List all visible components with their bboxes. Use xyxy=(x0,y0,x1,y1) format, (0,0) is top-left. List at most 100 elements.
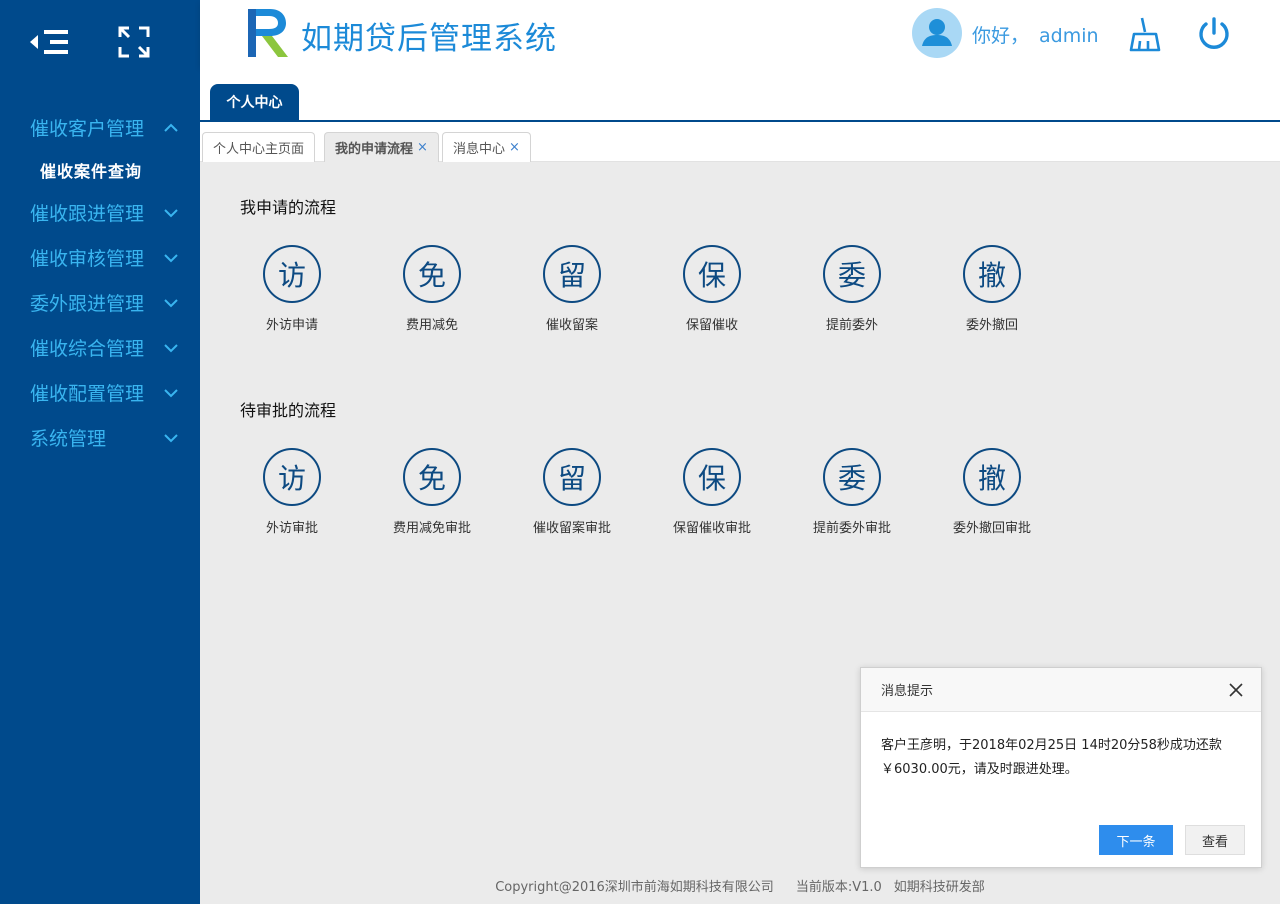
sidebar-item-label: 催收综合管理 xyxy=(30,338,145,360)
sidebar-item-followup-mgmt[interactable]: 催收跟进管理 xyxy=(0,190,200,235)
sidebar-item-label: 系统管理 xyxy=(30,428,107,450)
process-label: 委外撤回审批 xyxy=(952,521,1031,536)
chevron-down-icon xyxy=(164,208,178,217)
popup-message-line: ￥6030.00元，请及时跟进处理。 xyxy=(881,762,1078,777)
chevron-down-icon xyxy=(164,433,178,442)
footer: Copyright@2016深圳市前海如期科技有限公司 当前版本:V1.0 如期科技… xyxy=(200,876,1280,895)
top-header: 如期贷后管理系统 你好， admin xyxy=(200,0,1280,66)
process-label: 提前委外审批 xyxy=(812,521,891,536)
process-icon: 委 xyxy=(823,245,881,303)
close-icon[interactable] xyxy=(1229,682,1243,697)
tab-my-applications[interactable]: 我的申请流程 × xyxy=(324,132,439,162)
process-icon: 撤 xyxy=(963,245,1021,303)
process-case-retention[interactable]: 留 催收留案 xyxy=(512,245,632,333)
power-icon[interactable] xyxy=(1196,16,1232,52)
process-icon: 访 xyxy=(263,245,321,303)
close-icon[interactable]: × xyxy=(509,140,520,155)
tab-label: 消息中心 xyxy=(453,142,506,157)
tab-personal-center[interactable]: 个人中心 xyxy=(210,84,299,120)
sidebar-item-general-mgmt[interactable]: 催收综合管理 xyxy=(0,325,200,370)
process-label: 委外撤回 xyxy=(965,318,1018,333)
app-title: 如期贷后管理系统 xyxy=(301,21,557,57)
message-popup: 消息提示 客户王彦明，于2018年02月25日 14时20分58秒成功还款 ￥6… xyxy=(860,667,1262,868)
sidebar-item-label: 催收客户管理 xyxy=(30,118,145,140)
footer-copyright: Copyright@2016深圳市前海如期科技有限公司 xyxy=(495,880,774,895)
process-icon: 委 xyxy=(823,448,881,506)
sidebar-item-review-mgmt[interactable]: 催收审核管理 xyxy=(0,235,200,280)
process-fee-waiver-approve[interactable]: 免 费用减免审批 xyxy=(372,448,492,536)
logo-icon xyxy=(248,9,288,57)
tab-label: 个人中心主页面 xyxy=(213,142,305,157)
process-early-outsource-approve[interactable]: 委 提前委外审批 xyxy=(792,448,912,536)
process-icon: 保 xyxy=(683,448,741,506)
sidebar-subitem-case-query[interactable]: 催收案件查询 xyxy=(0,150,200,190)
section-title-pending-approvals: 待审批的流程 xyxy=(240,401,337,420)
popup-header: 消息提示 xyxy=(861,668,1261,712)
popup-message: 客户王彦明，于2018年02月25日 14时20分58秒成功还款 ￥6030.0… xyxy=(861,712,1261,782)
tab-personal-home[interactable]: 个人中心主页面 xyxy=(202,132,316,162)
username[interactable]: admin xyxy=(1039,25,1099,47)
process-label: 保留催收审批 xyxy=(672,521,751,536)
sidebar-item-label: 催收配置管理 xyxy=(30,383,145,405)
process-label: 提前委外 xyxy=(825,318,878,333)
sidebar-item-system-mgmt[interactable]: 系统管理 xyxy=(0,415,200,460)
sidebar-item-customer-mgmt[interactable]: 催收客户管理 xyxy=(0,105,200,150)
close-icon[interactable]: × xyxy=(417,140,428,155)
process-label: 外访申请 xyxy=(265,318,318,333)
process-icon: 留 xyxy=(543,448,601,506)
popup-message-line: 客户王彦明，于2018年02月25日 14时20分58秒成功还款 xyxy=(881,738,1222,753)
process-retain-collection[interactable]: 保 保留催收 xyxy=(652,245,772,333)
process-label: 催收留案审批 xyxy=(532,521,611,536)
sub-tab-bar: 个人中心主页面 我的申请流程 × 消息中心 × xyxy=(200,122,1280,162)
broom-icon[interactable] xyxy=(1128,16,1162,52)
fullscreen-icon[interactable] xyxy=(118,26,150,58)
chevron-down-icon xyxy=(164,298,178,307)
process-icon: 访 xyxy=(263,448,321,506)
main-tab-bar: 个人中心 xyxy=(200,66,1280,122)
view-button[interactable]: 查看 xyxy=(1185,825,1245,855)
avatar-icon xyxy=(922,19,952,46)
sidebar: 催收客户管理 催收案件查询 催收跟进管理 催收审核管理 委外跟进管理 催收综合管… xyxy=(0,0,200,904)
sidebar-item-label: 催收审核管理 xyxy=(30,248,145,270)
sidebar-item-config-mgmt[interactable]: 催收配置管理 xyxy=(0,370,200,415)
avatar[interactable] xyxy=(912,8,962,58)
tab-message-center[interactable]: 消息中心 × xyxy=(442,132,531,162)
sidebar-item-label: 催收跟进管理 xyxy=(30,203,145,225)
process-outsource-withdraw-approve[interactable]: 撤 委外撤回审批 xyxy=(932,448,1052,536)
process-icon: 留 xyxy=(543,245,601,303)
process-icon: 免 xyxy=(403,448,461,506)
sidebar-item-outsource-mgmt[interactable]: 委外跟进管理 xyxy=(0,280,200,325)
process-fee-waiver[interactable]: 免 费用减免 xyxy=(372,245,492,333)
footer-dept: 如期科技研发部 xyxy=(893,880,985,895)
sidebar-toolbar xyxy=(0,0,200,84)
chevron-down-icon xyxy=(164,343,178,352)
process-early-outsource[interactable]: 委 提前委外 xyxy=(792,245,912,333)
next-button[interactable]: 下一条 xyxy=(1099,825,1173,855)
chevron-down-icon xyxy=(164,253,178,262)
process-icon: 免 xyxy=(403,245,461,303)
process-icon: 撤 xyxy=(963,448,1021,506)
process-outsource-withdraw[interactable]: 撤 委外撤回 xyxy=(932,245,1052,333)
process-visit-apply[interactable]: 访 外访申请 xyxy=(232,245,352,333)
sidebar-menu: 催收客户管理 催收案件查询 催收跟进管理 催收审核管理 委外跟进管理 催收综合管… xyxy=(0,105,200,460)
process-label: 保留催收 xyxy=(685,318,738,333)
process-case-retention-approve[interactable]: 留 催收留案审批 xyxy=(512,448,632,536)
process-label: 催收留案 xyxy=(545,318,598,333)
process-icon: 保 xyxy=(683,245,741,303)
process-retain-collection-approve[interactable]: 保 保留催收审批 xyxy=(652,448,772,536)
user-greeting: 你好， admin xyxy=(972,21,1099,48)
menu-collapse-icon[interactable] xyxy=(30,28,68,56)
process-visit-approve[interactable]: 访 外访审批 xyxy=(232,448,352,536)
popup-actions: 下一条 查看 xyxy=(1099,825,1245,855)
process-label: 费用减免 xyxy=(405,318,458,333)
footer-version: 当前版本:V1.0 xyxy=(795,880,882,895)
process-label: 外访审批 xyxy=(265,521,318,536)
chevron-up-icon xyxy=(164,123,178,132)
tab-label: 我的申请流程 xyxy=(335,142,414,157)
section-title-my-applications: 我申请的流程 xyxy=(240,198,337,217)
chevron-down-icon xyxy=(164,388,178,397)
sidebar-subitem-label: 催收案件查询 xyxy=(40,162,143,181)
greeting-text: 你好， xyxy=(972,25,1030,47)
process-label: 费用减免审批 xyxy=(392,521,471,536)
popup-title: 消息提示 xyxy=(881,684,934,699)
